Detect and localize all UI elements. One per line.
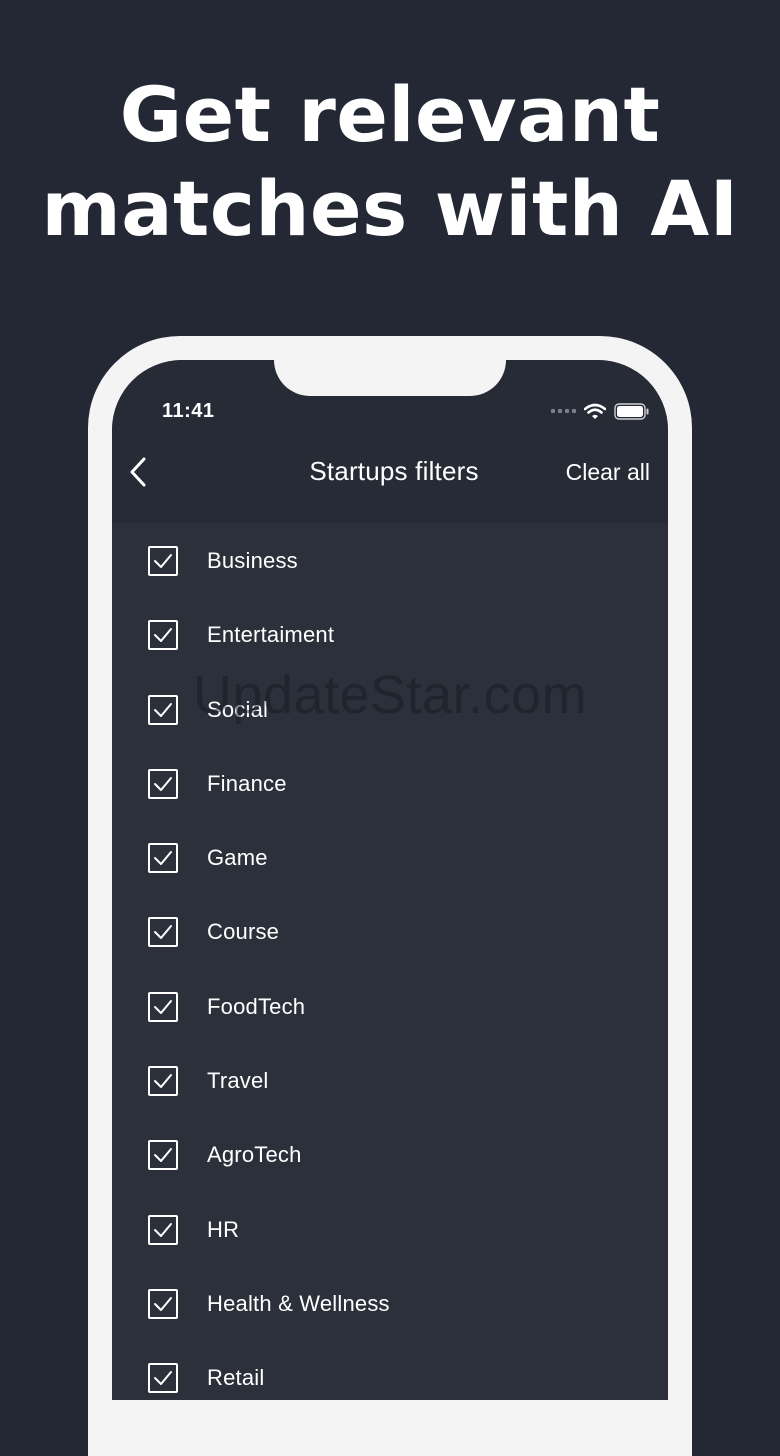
- clear-all-button[interactable]: Clear all: [566, 459, 650, 486]
- filter-item-label: Finance: [207, 770, 287, 796]
- status-bar-icons: [551, 401, 650, 421]
- filter-item[interactable]: HR: [112, 1193, 668, 1267]
- checkbox[interactable]: [148, 843, 178, 874]
- filter-item[interactable]: FoodTech: [112, 970, 668, 1044]
- filter-item-label: Travel: [207, 1068, 269, 1094]
- filter-item-label: Business: [207, 548, 298, 573]
- headline-line-2: matches with AI: [41, 164, 739, 253]
- checkbox[interactable]: [148, 991, 178, 1022]
- checkbox[interactable]: [148, 1066, 178, 1097]
- checkmark-icon: [154, 776, 172, 791]
- filter-list: Business Entertaiment Social Finance Game Cou…: [112, 524, 668, 1400]
- phone-screen: 11:41 Startups filters Clear all Busines…: [112, 360, 668, 1400]
- checkbox[interactable]: [148, 1140, 178, 1171]
- checkmark-icon: [154, 702, 172, 717]
- checkmark-icon: [154, 628, 172, 643]
- checkbox[interactable]: [148, 694, 178, 725]
- filter-item[interactable]: AgroTech: [112, 1118, 668, 1192]
- filter-item[interactable]: Finance: [112, 747, 668, 821]
- filter-item-label: Health & Wellness: [207, 1290, 390, 1316]
- status-bar-time: 11:41: [162, 400, 215, 422]
- filter-item[interactable]: Travel: [112, 1044, 668, 1118]
- checkbox[interactable]: [148, 620, 178, 651]
- filter-item-label: HR: [207, 1216, 240, 1242]
- filter-item[interactable]: Social: [112, 673, 668, 747]
- filter-item[interactable]: Retail: [112, 1341, 668, 1400]
- filter-item[interactable]: Health & Wellness: [112, 1267, 668, 1341]
- checkmark-icon: [154, 999, 172, 1014]
- checkmark-icon: [154, 1296, 172, 1311]
- checkmark-icon: [154, 925, 172, 940]
- filter-item-label: FoodTech: [207, 993, 306, 1019]
- filter-item-label: Game: [207, 845, 268, 871]
- checkbox[interactable]: [148, 1214, 178, 1245]
- checkbox[interactable]: [148, 1363, 178, 1394]
- filter-item[interactable]: Entertaiment: [112, 598, 668, 672]
- filter-item-label: Retail: [207, 1365, 265, 1391]
- checkmark-icon: [154, 554, 172, 568]
- phone-notch: [274, 360, 506, 396]
- checkbox[interactable]: [148, 917, 178, 948]
- checkmark-icon: [154, 1074, 172, 1089]
- filter-item-label: Course: [207, 919, 280, 945]
- promo-headline: Get relevant matches with AI: [0, 68, 780, 256]
- checkbox[interactable]: [148, 1288, 178, 1319]
- checkmark-icon: [154, 1371, 172, 1386]
- checkbox[interactable]: [148, 546, 178, 576]
- filter-item-label: Entertaiment: [207, 622, 335, 648]
- checkmark-icon: [154, 851, 172, 866]
- filter-item[interactable]: Game: [112, 821, 668, 895]
- checkbox[interactable]: [148, 768, 178, 799]
- filter-item-label: Social: [207, 696, 269, 722]
- checkmark-icon: [154, 1222, 172, 1237]
- filter-item[interactable]: Course: [112, 895, 668, 969]
- battery-icon: [614, 402, 649, 420]
- filter-item[interactable]: Business: [112, 524, 668, 598]
- cellular-signal-icon: [551, 409, 576, 413]
- headline-line-1: Get relevant: [119, 70, 661, 159]
- wifi-icon: [584, 403, 606, 419]
- checkmark-icon: [154, 1148, 172, 1163]
- filter-item-label: AgroTech: [207, 1142, 302, 1168]
